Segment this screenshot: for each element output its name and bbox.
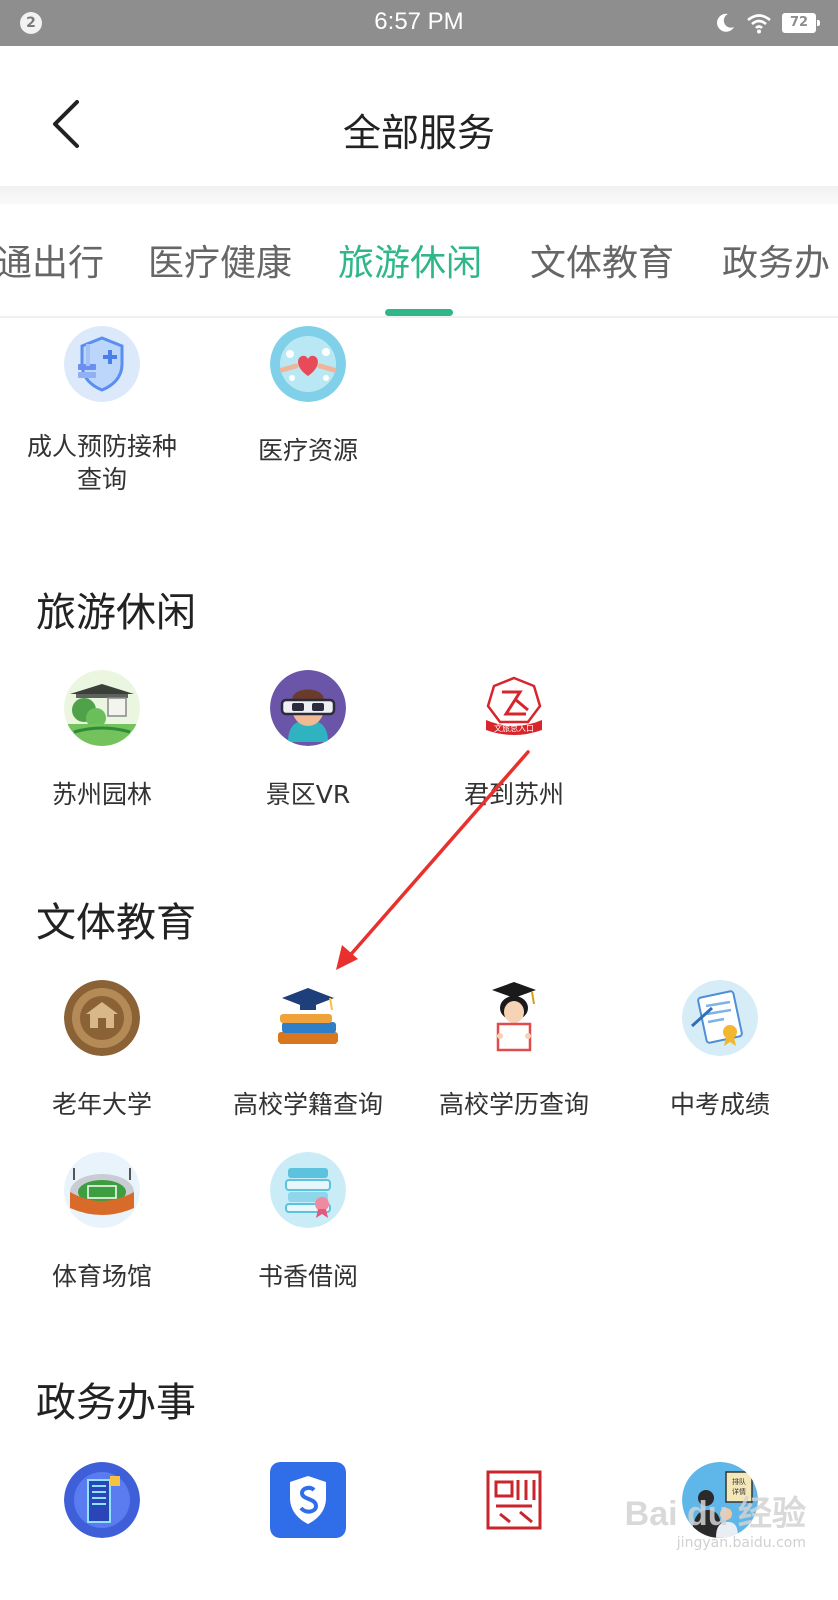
category-tabs: 通出行 医疗健康 旅游休闲 文体教育 政务办: [0, 204, 838, 318]
shield-app-icon: [270, 1462, 346, 1538]
page-title: 全部服务: [342, 111, 495, 155]
red-seal-icon: [476, 1462, 552, 1538]
service-label: 君到苏州: [463, 780, 564, 809]
service-label: 中考成绩: [669, 1090, 770, 1119]
garden-icon: [64, 670, 140, 746]
graduate-student-icon: [476, 980, 552, 1056]
service-label: 高校学籍查询: [232, 1090, 383, 1119]
baidu-jingyan-watermark: Bai du 经验 jingyan.baidu.com: [625, 1486, 806, 1551]
stadium-icon: [64, 1152, 140, 1228]
watermark-url: jingyan.baidu.com: [676, 1535, 806, 1551]
tab-travel-leisure[interactable]: 旅游休闲: [338, 234, 482, 286]
status-bar: 2 6:57 PM 72: [0, 0, 838, 46]
senior-university-seal-icon: [64, 980, 140, 1056]
service-label: 体育场馆: [51, 1262, 152, 1291]
tab-government-affairs[interactable]: 政务办: [722, 234, 830, 286]
service-government-item-2[interactable]: [203, 1462, 413, 1538]
service-exam-scores[interactable]: 中考成绩: [615, 980, 825, 1121]
tab-culture-education[interactable]: 文体教育: [530, 234, 674, 286]
active-tab-indicator: [385, 309, 453, 316]
tab-transport[interactable]: 通出行: [0, 234, 104, 286]
divider: [0, 186, 838, 204]
wifi-icon: [747, 14, 771, 34]
medical-resource-icon: [270, 326, 346, 402]
battery-indicator: 72: [782, 13, 820, 33]
service-jun-dao-suzhou[interactable]: 文旅总入口 君到苏州: [409, 670, 619, 811]
service-label: 高校学历查询: [438, 1090, 589, 1119]
tab-medical-health[interactable]: 医疗健康: [148, 234, 292, 286]
status-icons: 72: [714, 9, 820, 37]
nav-bar: 全部服务: [0, 46, 838, 186]
service-government-item-3[interactable]: [409, 1462, 619, 1538]
service-label: 医疗资源: [257, 436, 358, 465]
section-title-government: 政务办事: [36, 1380, 196, 1426]
service-senior-university[interactable]: 老年大学: [0, 980, 207, 1121]
service-label: 成人预防接种 查询: [26, 432, 177, 494]
watermark-brand: Bai du 经验: [624, 1495, 806, 1533]
section-title-travel: 旅游休闲: [36, 590, 196, 636]
vr-headset-icon: [270, 670, 346, 746]
suzhou-tourism-logo-icon: 文旅总入口: [476, 670, 552, 746]
section-title-education: 文体教育: [36, 900, 196, 946]
service-sports-venues[interactable]: 体育场馆: [0, 1152, 207, 1293]
service-adult-vaccination-query[interactable]: 成人预防接种 查询: [0, 326, 207, 496]
certificate-icon: [682, 980, 758, 1056]
service-student-status-query[interactable]: 高校学籍查询: [203, 980, 413, 1121]
svg-text:排队: 排队: [732, 1477, 746, 1486]
building-icon: [64, 1462, 140, 1538]
book-stack-icon: [270, 1152, 346, 1228]
service-government-item-1[interactable]: [0, 1462, 207, 1538]
service-scenic-vr[interactable]: 景区VR: [203, 670, 413, 811]
status-time: 6:57 PM: [374, 8, 464, 35]
service-education-record-query[interactable]: 高校学历查询: [409, 980, 619, 1121]
service-medical-resources[interactable]: 医疗资源: [203, 326, 413, 467]
service-suzhou-gardens[interactable]: 苏州园林: [0, 670, 207, 811]
svg-text:文旅总入口: 文旅总入口: [494, 723, 534, 733]
service-label: 苏州园林: [51, 780, 152, 809]
graduation-books-icon: [270, 980, 346, 1056]
service-label: 景区VR: [265, 780, 351, 809]
service-label: 书香借阅: [257, 1262, 358, 1291]
moon-icon: [717, 13, 734, 32]
vaccine-shield-icon: [64, 326, 140, 402]
service-book-lending[interactable]: 书香借阅: [203, 1152, 413, 1293]
service-label: 老年大学: [51, 1090, 152, 1119]
